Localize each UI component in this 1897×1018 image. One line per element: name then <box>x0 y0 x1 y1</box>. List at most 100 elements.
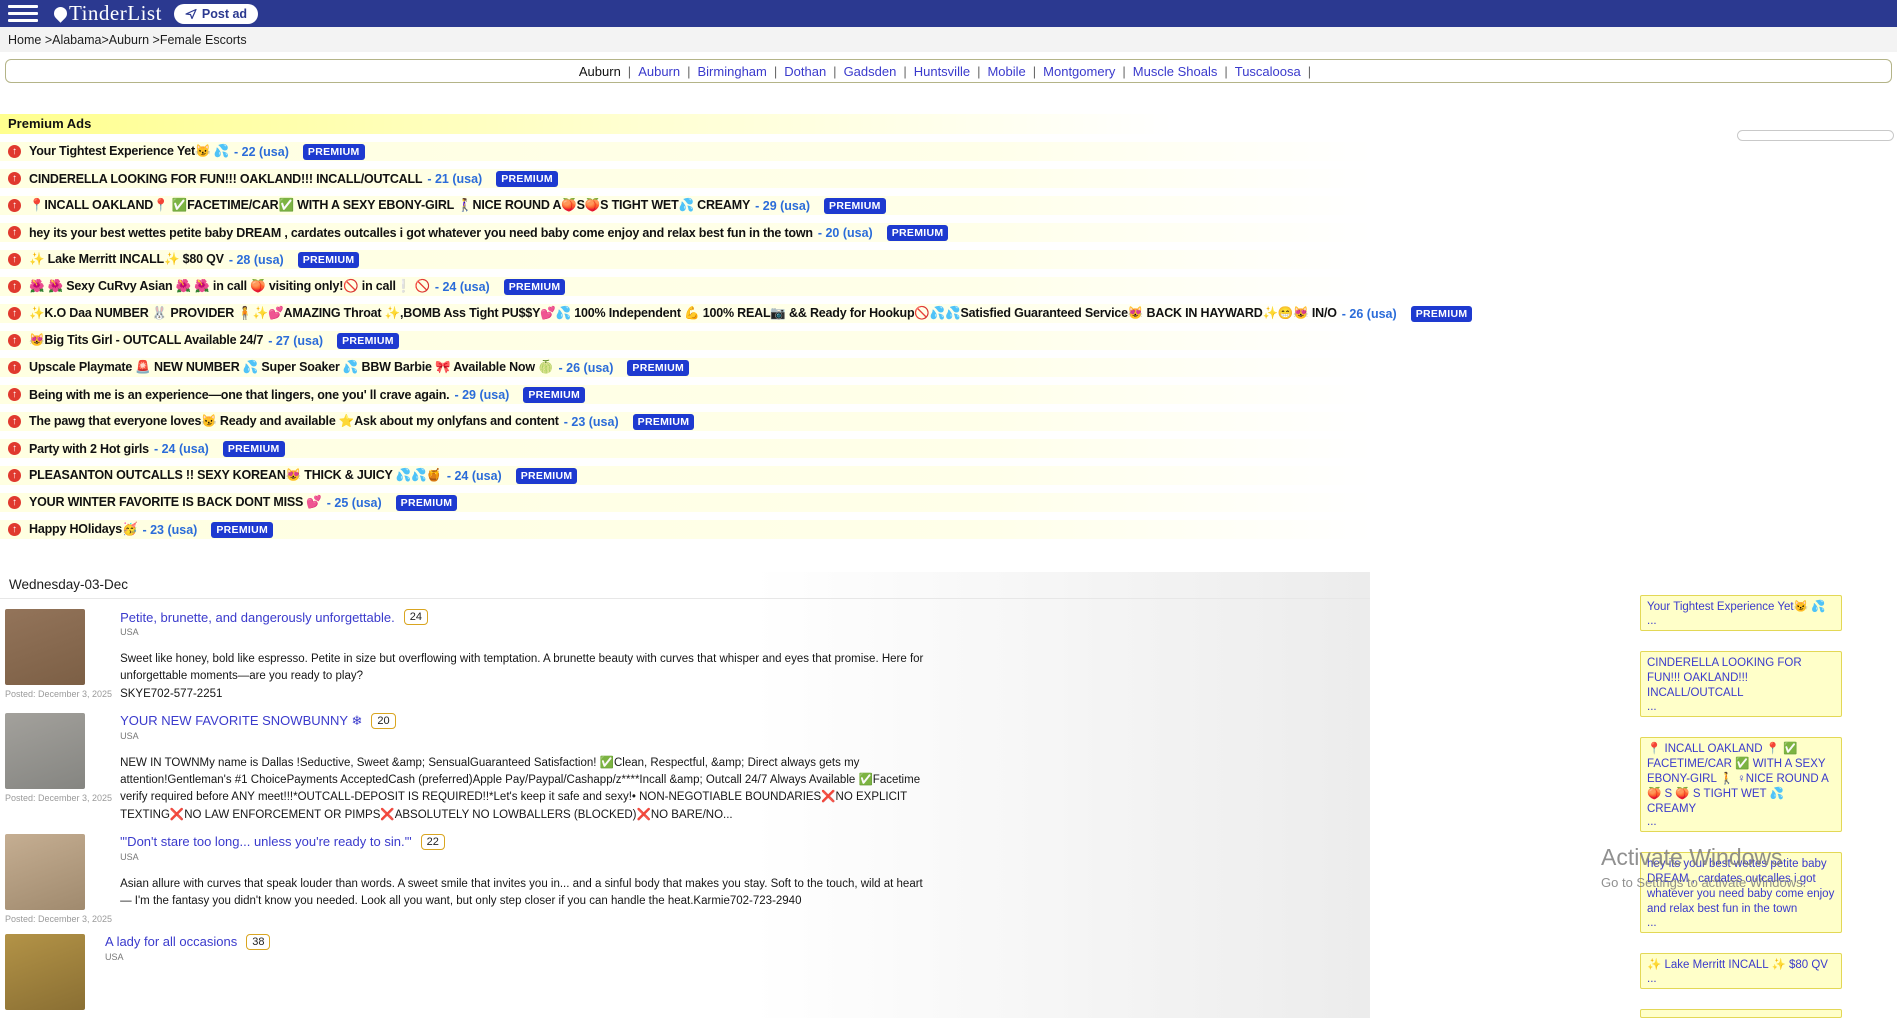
listing-photo[interactable] <box>5 713 85 789</box>
premium-ad-row[interactable]: ↑ YOUR WINTER FAVORITE IS BACK DONT MISS… <box>0 493 1430 512</box>
premium-ad-meta[interactable]: - 24 (usa) <box>447 469 502 483</box>
city-link-tuscaloosa[interactable]: Tuscaloosa <box>1235 64 1301 79</box>
listing-title-link[interactable]: YOUR NEW FAVORITE SNOWBUNNY ❄ <box>120 713 362 729</box>
sidebar-ad-more: ... <box>1647 701 1835 713</box>
city-link-auburn[interactable]: Auburn <box>638 64 680 79</box>
premium-ad-title[interactable]: The pawg that everyone loves😼 Ready and … <box>29 414 559 429</box>
city-link-gadsden[interactable]: Gadsden <box>844 64 897 79</box>
brand-logo[interactable]: TinderList <box>54 1 162 26</box>
listing-photo[interactable] <box>5 934 85 1010</box>
city-link-birmingham[interactable]: Birmingham <box>698 64 767 79</box>
premium-ad-title[interactable]: 😻Big Tits Girl - OUTCALL Available 24/7 <box>29 333 263 348</box>
premium-ad-meta[interactable]: - 28 (usa) <box>229 253 284 267</box>
listing-item[interactable]: Posted: December 3, 2025 "'Don't stare t… <box>0 824 1370 924</box>
sidebar-ad-box[interactable]: hey its your best wettes petite baby DRE… <box>1640 852 1842 933</box>
breadcrumb[interactable]: Home >Alabama>Auburn >Female Escorts <box>0 27 1897 52</box>
premium-ad-row[interactable]: ↑ CINDERELLA LOOKING FOR FUN!!! OAKLAND!… <box>0 169 1430 188</box>
premium-ad-title[interactable]: hey its your best wettes petite baby DRE… <box>29 226 813 240</box>
premium-ad-row[interactable]: ↑ hey its your best wettes petite baby D… <box>0 223 1430 242</box>
premium-ad-meta[interactable]: - 23 (usa) <box>564 415 619 429</box>
listing-photo[interactable] <box>5 609 85 685</box>
premium-ad-title[interactable]: Your Tightest Experience Yet😼 💦 <box>29 144 229 159</box>
premium-badge: PREMIUM <box>303 144 365 160</box>
premium-ad-title[interactable]: Upscale Playmate 🚨 NEW NUMBER 💦 Super So… <box>29 360 554 375</box>
premium-ad-meta[interactable]: - 23 (usa) <box>142 523 197 537</box>
premium-ad-row[interactable]: ↑ The pawg that everyone loves😼 Ready an… <box>0 412 1430 431</box>
premium-ad-meta[interactable]: - 26 (usa) <box>559 361 614 375</box>
posted-date: Posted: December 3, 2025 <box>5 914 112 924</box>
premium-ad-row[interactable]: ↑ Happy HOlidays🥳 - 23 (usa) PREMIUM <box>0 520 1430 539</box>
premium-ad-meta[interactable]: - 29 (usa) <box>755 199 810 213</box>
city-separator: | <box>1224 64 1227 79</box>
horizontal-scrollbar[interactable] <box>1737 130 1894 141</box>
city-link-huntsville[interactable]: Huntsville <box>914 64 970 79</box>
sidebar-ad-box[interactable]: 📍 INCALL OAKLAND 📍 ✅ FACETIME/CAR ✅ WITH… <box>1640 737 1842 833</box>
premium-ad-meta[interactable]: - 24 (usa) <box>435 280 490 294</box>
premium-ad-meta[interactable]: - 25 (usa) <box>327 496 382 510</box>
premium-ad-title[interactable]: ✨K.O Daa NUMBER 🐰 PROVIDER 🧍✨💕AMAZING Th… <box>29 306 1337 321</box>
posted-date: Posted: December 3, 2025 <box>5 689 112 699</box>
premium-ad-row[interactable]: ↑ ✨K.O Daa NUMBER 🐰 PROVIDER 🧍✨💕AMAZING … <box>0 304 1430 323</box>
premium-ad-row[interactable]: ↑ Upscale Playmate 🚨 NEW NUMBER 💦 Super … <box>0 358 1430 377</box>
city-link-montgomery[interactable]: Montgomery <box>1043 64 1115 79</box>
listing-photo[interactable] <box>5 834 85 910</box>
premium-ad-title[interactable]: Happy HOlidays🥳 <box>29 522 137 537</box>
listing-title-link[interactable]: Petite, brunette, and dangerously unforg… <box>120 610 395 625</box>
premium-ad-row[interactable]: ↑ Your Tightest Experience Yet😼 💦 - 22 (… <box>0 142 1430 161</box>
post-ad-button[interactable]: Post ad <box>174 4 258 24</box>
listing-title-link[interactable]: "'Don't stare too long... unless you're … <box>120 834 412 849</box>
listing-item[interactable]: A lady for all occasions 38 USA <box>0 924 1370 1018</box>
sidebar-ad-more: ... <box>1647 973 1835 985</box>
premium-ad-title[interactable]: Party with 2 Hot girls <box>29 442 149 456</box>
premium-ad-row[interactable]: ↑ 📍INCALL OAKLAND📍 ✅FACETIME/CAR✅ WITH A… <box>0 196 1430 215</box>
sidebar-ad-title[interactable]: hey its your best wettes petite baby DRE… <box>1647 857 1835 917</box>
sidebar-ad-title[interactable]: Your Tightest Experience Yet😼 💦 <box>1647 600 1835 615</box>
premium-ad-title[interactable]: ✨ Lake Merritt INCALL✨ $80 QV <box>29 252 224 267</box>
sidebar-ad-title[interactable]: ✨ Lake Merritt INCALL ✨ $80 QV <box>1647 958 1835 973</box>
city-link-muscle-shoals[interactable]: Muscle Shoals <box>1133 64 1218 79</box>
premium-ad-meta[interactable]: - 24 (usa) <box>154 442 209 456</box>
sidebar-ad-box[interactable]: CINDERELLA LOOKING FOR FUN!!! OAKLAND!!!… <box>1640 651 1842 717</box>
city-link-mobile[interactable]: Mobile <box>987 64 1025 79</box>
listing-item[interactable]: Posted: December 3, 2025 YOUR NEW FAVORI… <box>0 703 1370 824</box>
premium-ad-title[interactable]: 📍INCALL OAKLAND📍 ✅FACETIME/CAR✅ WITH A S… <box>29 198 750 213</box>
sidebar-ad-title[interactable]: 📍 INCALL OAKLAND 📍 ✅ FACETIME/CAR ✅ WITH… <box>1647 742 1835 817</box>
premium-ad-meta[interactable]: - 21 (usa) <box>427 172 482 186</box>
premium-badge: PREMIUM <box>496 171 558 187</box>
premium-ad-meta[interactable]: - 22 (usa) <box>234 145 289 159</box>
premium-ad-title[interactable]: CINDERELLA LOOKING FOR FUN!!! OAKLAND!!!… <box>29 172 422 186</box>
premium-ad-row[interactable]: ↑ 😻Big Tits Girl - OUTCALL Available 24/… <box>0 331 1430 350</box>
sidebar-ad-title[interactable]: CINDERELLA LOOKING FOR FUN!!! OAKLAND!!!… <box>1647 656 1835 701</box>
premium-ad-meta[interactable]: - 29 (usa) <box>454 388 509 402</box>
bump-up-icon: ↑ <box>8 172 21 185</box>
premium-ad-title[interactable]: YOUR WINTER FAVORITE IS BACK DONT MISS 💕 <box>29 495 322 510</box>
sidebar-ad-box[interactable] <box>1640 1009 1842 1018</box>
country-label: USA <box>120 852 935 862</box>
city-separator: | <box>687 64 690 79</box>
premium-ad-title[interactable]: 🌺 🌺 Sexy CuRvy Asian 🌺 🌺 in call 🍑 visit… <box>29 279 430 294</box>
listing-title-link[interactable]: A lady for all occasions <box>105 934 237 949</box>
sidebar-ad-box[interactable]: ✨ Lake Merritt INCALL ✨ $80 QV ... <box>1640 953 1842 989</box>
listing-item[interactable]: Posted: December 3, 2025 Petite, brunett… <box>0 599 1370 703</box>
age-badge: 38 <box>246 934 270 950</box>
city-separator: | <box>903 64 906 79</box>
premium-ad-row[interactable]: ↑ ✨ Lake Merritt INCALL✨ $80 QV - 28 (us… <box>0 250 1430 269</box>
city-separator: | <box>628 64 631 79</box>
menu-hamburger-icon[interactable] <box>8 5 38 22</box>
premium-ad-row[interactable]: ↑ Being with me is an experience—one tha… <box>0 385 1430 404</box>
premium-ad-row[interactable]: ↑ PLEASANTON OUTCALLS !! SEXY KOREAN😻 TH… <box>0 466 1430 485</box>
city-current: Auburn <box>579 64 621 79</box>
age-badge: 22 <box>421 834 445 850</box>
premium-ad-meta[interactable]: - 27 (usa) <box>268 334 323 348</box>
premium-ad-meta[interactable]: - 26 (usa) <box>1342 307 1397 321</box>
premium-ad-meta[interactable]: - 20 (usa) <box>818 226 873 240</box>
premium-badge: PREMIUM <box>633 414 695 430</box>
city-link-dothan[interactable]: Dothan <box>784 64 826 79</box>
premium-ad-row[interactable]: ↑ Party with 2 Hot girls - 24 (usa) PREM… <box>0 439 1430 458</box>
premium-ad-title[interactable]: PLEASANTON OUTCALLS !! SEXY KOREAN😻 THIC… <box>29 468 442 483</box>
premium-ad-title[interactable]: Being with me is an experience—one that … <box>29 388 449 402</box>
premium-ad-row[interactable]: ↑ 🌺 🌺 Sexy CuRvy Asian 🌺 🌺 in call 🍑 vis… <box>0 277 1430 296</box>
bump-up-icon: ↑ <box>8 199 21 212</box>
premium-badge: PREMIUM <box>516 468 578 484</box>
sidebar-ad-box[interactable]: Your Tightest Experience Yet😼 💦 ... <box>1640 595 1842 631</box>
